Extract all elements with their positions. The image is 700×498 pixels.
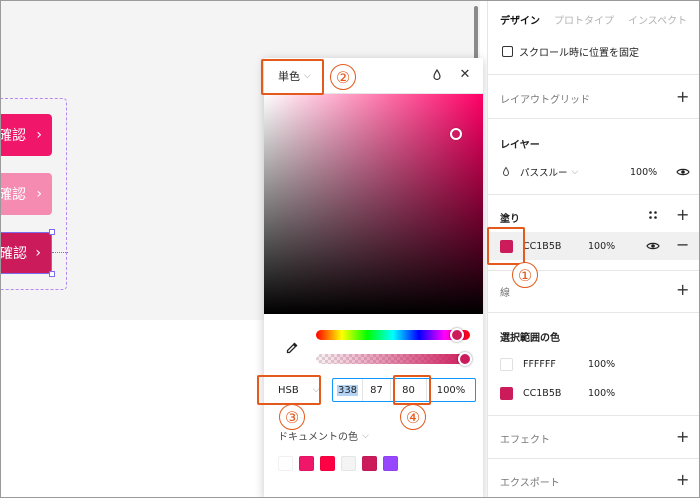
chevron-right-icon: › bbox=[36, 186, 42, 202]
color-swatch[interactable] bbox=[320, 456, 335, 471]
selection-color-row[interactable]: CC1B5B 100% bbox=[500, 383, 690, 403]
eye-icon[interactable] bbox=[676, 167, 690, 177]
add-fill-button[interactable]: + bbox=[676, 207, 689, 223]
canvas-button-selected[interactable]: 確認 › bbox=[0, 232, 52, 274]
canvas-button-primary[interactable]: 確認 › bbox=[0, 114, 52, 156]
color-picker-popup: 単色 ⌵ ✕ HSB ⌵ 338 87 80 100% ドキュメントの色 ⌵ bbox=[264, 58, 483, 498]
sv-cursor[interactable] bbox=[450, 128, 462, 140]
add-stroke-button[interactable]: + bbox=[676, 282, 689, 298]
fix-scroll-checkbox[interactable] bbox=[502, 46, 513, 57]
opacity-slider-handle[interactable] bbox=[458, 352, 472, 366]
annotation-box-4 bbox=[393, 375, 431, 405]
selection-color-opacity[interactable]: 100% bbox=[588, 359, 615, 370]
section-divider bbox=[488, 312, 700, 313]
opacity-slider[interactable] bbox=[316, 354, 470, 364]
saturation-input[interactable]: 87 bbox=[363, 379, 391, 401]
selection-color-swatch[interactable] bbox=[500, 357, 513, 371]
add-layout-grid-button[interactable]: + bbox=[676, 89, 689, 105]
fill-row[interactable]: CC1B5B 100% bbox=[500, 236, 690, 256]
stroke-title: 線 bbox=[500, 288, 510, 299]
hue-slider[interactable] bbox=[316, 330, 470, 340]
document-colors-label: ドキュメントの色 bbox=[278, 432, 358, 443]
color-swatch[interactable] bbox=[383, 456, 398, 471]
canvas-button-light[interactable]: 確認 › bbox=[0, 173, 52, 215]
selection-color-swatch[interactable] bbox=[500, 386, 513, 400]
annotation-number-2: ② bbox=[330, 64, 356, 90]
layout-grid-title: レイアウトグリッド bbox=[500, 95, 590, 106]
tab-inspect[interactable]: インスペクト bbox=[628, 12, 687, 27]
section-divider bbox=[488, 415, 700, 416]
canvas-scrollbar[interactable] bbox=[474, 6, 478, 66]
resize-handle[interactable] bbox=[49, 271, 55, 277]
section-divider bbox=[488, 74, 700, 75]
annotation-number-4: ④ bbox=[400, 404, 426, 430]
annotation-number-3: ③ bbox=[279, 404, 305, 430]
close-icon[interactable]: ✕ bbox=[458, 67, 472, 82]
section-divider bbox=[488, 458, 700, 459]
selection-color-hex[interactable]: CC1B5B bbox=[523, 388, 561, 399]
fix-scroll-option[interactable]: スクロール時に位置を固定 bbox=[502, 44, 639, 59]
annotation-box-1 bbox=[487, 227, 525, 265]
alpha-input[interactable]: 100% bbox=[427, 379, 475, 401]
chevron-down-icon: ⌵ bbox=[571, 167, 579, 177]
color-swatch[interactable] bbox=[362, 456, 377, 471]
chevron-right-icon: › bbox=[36, 127, 42, 143]
canvas-button-label: 確認 bbox=[0, 246, 27, 262]
fill-title: 塗り bbox=[500, 214, 520, 225]
annotation-number-1: ① bbox=[512, 262, 538, 288]
color-swatch[interactable] bbox=[278, 456, 293, 471]
chevron-right-icon: › bbox=[35, 245, 41, 261]
blend-drop-icon bbox=[502, 166, 510, 176]
section-divider bbox=[488, 118, 700, 119]
annotation-box-3 bbox=[257, 375, 321, 405]
blend-drop-icon[interactable] bbox=[430, 68, 444, 82]
fill-hex-value[interactable]: CC1B5B bbox=[523, 241, 561, 252]
add-effect-button[interactable]: + bbox=[676, 429, 689, 445]
hue-value: 338 bbox=[336, 384, 359, 396]
layer-blend-row: パススルー ⌵ 100% bbox=[500, 162, 690, 182]
selection-color-opacity[interactable]: 100% bbox=[588, 388, 615, 399]
export-title: エクスポート bbox=[500, 478, 560, 489]
annotation-box-2 bbox=[261, 59, 324, 95]
tab-prototype[interactable]: プロトタイプ bbox=[554, 12, 614, 27]
chevron-down-icon: ⌵ bbox=[362, 430, 369, 441]
fix-scroll-label: スクロール時に位置を固定 bbox=[519, 48, 639, 59]
color-swatch[interactable] bbox=[299, 456, 314, 471]
eye-icon[interactable] bbox=[646, 241, 660, 251]
section-divider bbox=[488, 194, 700, 195]
selection-colors-title: 選択範囲の色 bbox=[500, 333, 560, 344]
document-color-swatches bbox=[278, 456, 398, 471]
selection-color-hex[interactable]: FFFFFF bbox=[523, 359, 556, 370]
effect-title: エフェクト bbox=[500, 435, 550, 446]
resize-handle[interactable] bbox=[49, 229, 55, 235]
remove-fill-button[interactable]: − bbox=[676, 237, 689, 253]
fill-opacity-value[interactable]: 100% bbox=[588, 241, 615, 252]
canvas-button-label: 確認 bbox=[0, 187, 26, 203]
tab-design[interactable]: デザイン bbox=[500, 12, 540, 27]
style-grid-icon[interactable] bbox=[648, 210, 658, 220]
hue-input[interactable]: 338 bbox=[333, 379, 363, 401]
document-colors-select[interactable]: ドキュメントの色 ⌵ bbox=[278, 428, 369, 444]
saturation-brightness-area[interactable] bbox=[264, 94, 483, 314]
measure-guide bbox=[52, 252, 68, 253]
layer-title: レイヤー bbox=[500, 140, 540, 151]
color-swatch[interactable] bbox=[341, 456, 356, 471]
panel-tabs: デザイン プロトタイプ インスペクト bbox=[500, 12, 687, 27]
blend-mode-select[interactable]: パススルー bbox=[520, 165, 568, 179]
hue-slider-handle[interactable] bbox=[450, 328, 464, 342]
layer-opacity-input[interactable]: 100% bbox=[630, 167, 657, 178]
selection-color-row[interactable]: FFFFFF 100% bbox=[500, 354, 690, 374]
eyedropper-icon[interactable] bbox=[284, 340, 300, 356]
canvas-button-label: 確認 bbox=[0, 128, 26, 144]
add-export-button[interactable]: + bbox=[676, 472, 689, 488]
